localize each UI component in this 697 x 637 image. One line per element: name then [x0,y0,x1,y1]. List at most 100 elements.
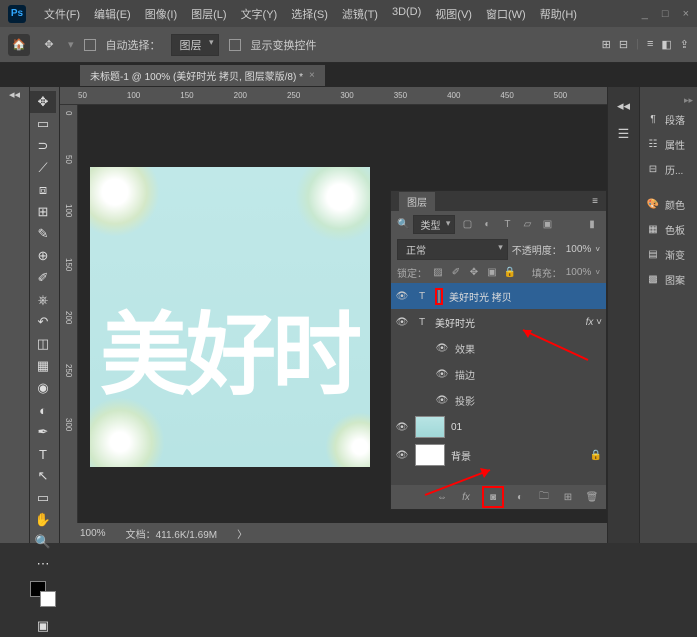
filter-toggle[interactable]: ▮ [584,217,600,231]
panel-color[interactable]: 🎨颜色 [640,193,697,216]
effect-row[interactable]: 👁效果 [391,335,606,361]
align-icon[interactable]: ⊞ [602,38,611,51]
filter-select[interactable]: 类型 [413,215,455,234]
close-icon[interactable]: × [683,8,689,20]
3d-mode-icon[interactable]: ◧ [661,38,671,51]
tab-close-icon[interactable]: × [309,70,315,81]
fx-badge[interactable]: fx ˅ [586,317,602,328]
delete-layer-icon[interactable]: 🗑 [584,489,600,505]
panel-menu-icon[interactable]: ≡ [592,196,598,207]
history-brush[interactable]: ↶ [30,311,56,333]
dodge-tool[interactable]: ◐ [30,399,56,421]
panel-icon[interactable]: ☰ [610,123,638,145]
shape-tool[interactable]: ▭ [30,487,56,509]
filter-adjust-icon[interactable]: ◐ [479,217,495,231]
align-icon-2[interactable]: ⊟ [619,38,628,51]
filter-type-icon[interactable]: T [499,217,515,231]
layer-name[interactable]: 背景 [451,448,584,463]
visibility-icon[interactable]: 👁 [395,450,409,461]
distribute-icon[interactable]: ≡ [647,38,653,51]
visibility-icon[interactable]: 👁 [435,343,449,354]
menu-help[interactable]: 帮助(H) [534,2,583,26]
menu-file[interactable]: 文件(F) [38,2,86,26]
lock-transparency-icon[interactable]: ▨ [431,265,445,279]
visibility-icon[interactable]: 👁 [395,291,409,302]
layer-mask-thumb[interactable] [438,290,440,303]
visibility-icon[interactable]: 👁 [435,395,449,406]
panel-icon[interactable]: ◂◂ [610,95,638,117]
frame-tool[interactable]: ⊞ [30,201,56,223]
show-transform-checkbox[interactable] [229,39,241,51]
panel-paragraph[interactable]: ¶段落 [640,108,697,131]
crop-tool[interactable]: ⧈ [30,179,56,201]
new-adjustment-icon[interactable]: ◐ [512,489,528,505]
opacity-value[interactable]: 100% [566,244,592,255]
panel-properties[interactable]: ☷属性 [640,133,697,156]
filter-shape-icon[interactable]: ▱ [519,217,535,231]
pen-tool[interactable]: ✒ [30,421,56,443]
gradient-tool[interactable]: ▦ [30,355,56,377]
background-swatch[interactable] [40,591,56,607]
fx-icon[interactable]: fx [458,489,474,505]
canvas[interactable]: 美好时 [90,167,370,467]
fill-value[interactable]: 100% [566,267,592,278]
layer-name[interactable]: 美好时光 [435,315,580,330]
menu-view[interactable]: 视图(V) [429,2,478,26]
link-layers-icon[interactable]: ⇔ [434,489,450,505]
zoom-tool[interactable]: 🔍 [30,531,56,553]
effect-row[interactable]: 👁投影 [391,387,606,413]
path-tool[interactable]: ↖ [30,465,56,487]
collapse-icon[interactable]: ▸▸ [640,95,697,106]
auto-select-checkbox[interactable] [84,39,96,51]
effect-row[interactable]: 👁描边 [391,361,606,387]
menu-layer[interactable]: 图层(L) [185,2,232,26]
new-layer-icon[interactable]: ⊞ [560,489,576,505]
hand-tool[interactable]: ✋ [30,509,56,531]
layer-thumb[interactable] [415,416,445,438]
blur-tool[interactable]: ◉ [30,377,56,399]
zoom-level[interactable]: 100% [80,528,106,539]
menu-image[interactable]: 图像(I) [139,2,183,26]
share-icon[interactable]: ⇪ [680,38,689,51]
visibility-icon[interactable]: 👁 [435,369,449,380]
filter-pixel-icon[interactable]: ▢ [459,217,475,231]
visibility-icon[interactable]: 👁 [395,317,409,328]
menu-select[interactable]: 选择(S) [285,2,334,26]
new-group-icon[interactable]: 🗀 [536,489,552,505]
more-tools[interactable]: ⋯ [30,553,56,575]
layer-row[interactable]: 👁 T 美好时光 fx ˅ [391,309,606,335]
expand-icon[interactable]: ◂◂ [8,91,22,97]
layer-row[interactable]: 👁 背景 🔒 [391,441,606,469]
filter-smart-icon[interactable]: ▣ [539,217,555,231]
search-icon[interactable]: 🔍 [397,219,409,230]
visibility-icon[interactable]: 👁 [395,422,409,433]
lock-all-icon[interactable]: 🔒 [503,265,517,279]
menu-window[interactable]: 窗口(W) [480,2,532,26]
menu-type[interactable]: 文字(Y) [235,2,284,26]
menu-3d[interactable]: 3D(D) [386,2,427,26]
lasso-tool[interactable]: ⊃ [30,135,56,157]
minimize-icon[interactable]: _ [642,8,648,20]
eyedropper-tool[interactable]: ✎ [30,223,56,245]
layer-row[interactable]: 👁 T 美好时光 拷贝 [391,283,606,309]
lock-artboard-icon[interactable]: ▣ [485,265,499,279]
add-mask-icon[interactable]: ◙ [485,489,501,505]
lock-position-icon[interactable]: ✥ [467,265,481,279]
panel-swatches[interactable]: ▦色板 [640,218,697,241]
panel-history[interactable]: ⊟历... [640,158,697,181]
panel-gradients[interactable]: ▤渐变 [640,243,697,266]
move-tool[interactable]: ✥ [30,91,56,113]
layer-row[interactable]: 👁 01 [391,413,606,441]
layer-name[interactable]: 美好时光 拷贝 [449,289,602,304]
wand-tool[interactable]: ⟋ [30,157,56,179]
screen-mode[interactable]: ▣ [30,615,56,637]
layer-thumb[interactable] [415,444,445,466]
stamp-tool[interactable]: ⎈ [30,289,56,311]
type-tool[interactable]: T [30,443,56,465]
lock-paint-icon[interactable]: ✐ [449,265,463,279]
panel-patterns[interactable]: ▩图案 [640,268,697,291]
heal-tool[interactable]: ⊕ [30,245,56,267]
brush-tool[interactable]: ✐ [30,267,56,289]
menu-filter[interactable]: 滤镜(T) [336,2,384,26]
color-swatches[interactable] [30,581,56,607]
